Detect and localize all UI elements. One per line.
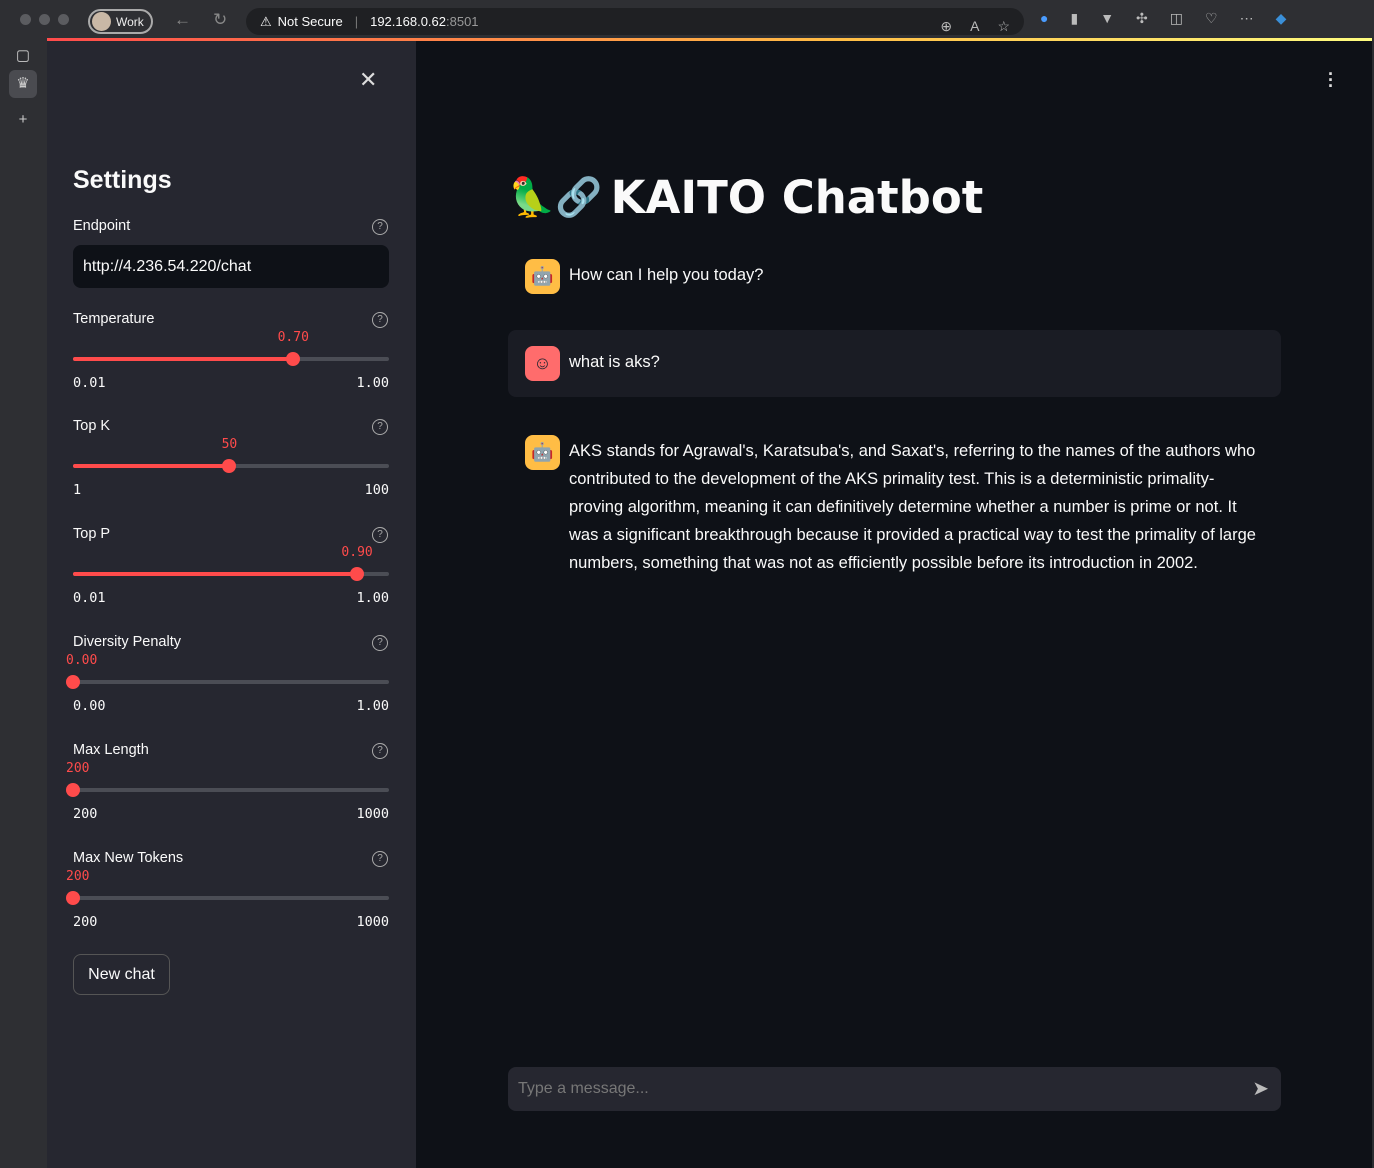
message-text: How can I help you today? [569,266,764,284]
tab-actions-icon[interactable]: ▢ [9,42,37,70]
slider-min: 0.01 [73,375,106,391]
chat-message-user: ☺ what is aks? [508,330,1281,397]
slider-track[interactable]: 0.90 [73,545,389,581]
zoom-icon[interactable]: ⊕ [940,18,952,35]
slider-min: 200 [73,806,98,822]
url-host: 192.168.0.62 [370,14,446,29]
slider-min: 1 [73,482,82,498]
slider-max: 1000 [356,806,389,822]
profile-label: Work [116,14,144,29]
slider-label: Top P [73,526,111,542]
slider-thumb[interactable] [286,352,301,366]
slider-max: 1.00 [356,698,389,714]
help-icon[interactable]: ? [372,635,388,651]
copilot-icon[interactable]: ◆ [1276,10,1287,27]
slider-value: 200 [66,869,90,884]
endpoint-label: Endpoint [73,218,131,234]
health-icon[interactable]: ♡ [1205,10,1218,27]
slider-max: 1.00 [356,590,389,606]
slider-label: Max Length [73,742,149,758]
slider-thumb[interactable] [350,567,365,581]
window-controls[interactable] [20,14,69,25]
slider-thumb[interactable] [66,891,80,905]
close-sidebar-icon[interactable]: ✕ [359,67,377,93]
slider-fill [73,357,294,361]
refresh-icon[interactable]: ↻ [213,10,227,30]
back-icon[interactable]: ← [174,10,191,30]
slider-value: 0.90 [341,545,373,560]
star-icon[interactable]: ☆ [997,18,1010,35]
split-screen-icon[interactable]: ◫ [1170,10,1183,27]
password-extension-icon[interactable]: ● [1040,10,1048,27]
vue-extension-icon[interactable]: ▼ [1100,10,1114,27]
slider-value: 0.70 [277,330,309,345]
read-aloud-icon[interactable]: A [970,18,979,35]
browser-toolbar: Work ← ↻ ⚠ Not Secure | 192.168.0.62:850… [0,0,1374,40]
address-bar[interactable]: ⚠ Not Secure | 192.168.0.62:8501 ⊕ A ☆ [246,8,1024,35]
bot-icon: 🤖 [525,259,560,294]
help-icon[interactable]: ? [372,851,388,867]
main-area: · · · 🦜🔗 KAITO Chatbot 🤖 How can I help you … [416,41,1372,1168]
sidebar: ✕ Settings Endpoint ? http://4.236.54.22… [47,41,416,1168]
avatar [92,12,111,31]
chat-input-placeholder: Type a message... [518,1080,649,1097]
new-tab-icon[interactable]: + [9,106,37,134]
slider-min: 0.01 [73,590,106,606]
slider-track[interactable]: 0.00 [66,653,389,689]
chat-message-assistant: 🤖 How can I help you today? [508,259,1281,294]
slider-thumb[interactable] [66,675,80,689]
streamlit-tab-icon[interactable]: ♛ [9,70,37,98]
url-port: :8501 [446,14,479,29]
slider-track[interactable]: 200 [66,869,389,905]
menu-icon[interactable]: · · · [1328,65,1334,95]
message-text: AKS stands for Agrawal's, Karatsuba's, a… [569,442,1256,572]
help-icon[interactable]: ? [372,527,388,543]
slider-value: 0.00 [66,653,98,668]
slider-fill [73,464,230,468]
slider-thumb[interactable] [66,783,80,797]
security-label: Not Secure [277,14,343,29]
slider-label: Diversity Penalty [73,634,181,650]
warning-icon: ⚠ [260,13,272,29]
chat-input[interactable]: Type a message... ➤ [508,1067,1281,1111]
extensions-icon[interactable]: ✣ [1136,10,1148,27]
slider-label: Top K [73,418,111,434]
endpoint-input[interactable]: http://4.236.54.220/chat [73,245,389,288]
help-icon[interactable]: ? [372,312,388,328]
sidebar-title: Settings [73,166,172,194]
slider-label: Max New Tokens [73,850,184,866]
user-icon: ☺ [525,346,560,381]
slider-thumb[interactable] [222,459,237,473]
slider-fill [73,572,358,576]
slider-min: 0.00 [73,698,106,714]
extension-icon[interactable]: ▮ [1070,10,1078,27]
vertical-tabs: ▢ ♛ + [0,40,47,1168]
title-text: KAITO Chatbot [610,171,984,224]
slider-track[interactable]: 0.70 [73,330,389,366]
slider-track[interactable]: 50 [73,437,389,473]
message-text: what is aks? [569,353,660,371]
slider-max: 1000 [356,914,389,930]
slider-track[interactable]: 200 [66,761,389,797]
help-icon[interactable]: ? [372,743,388,759]
slider-label: Temperature [73,311,155,327]
page-title: 🦜🔗 KAITO Chatbot [508,171,983,224]
slider-max: 1.00 [356,375,389,391]
help-icon[interactable]: ? [372,419,388,435]
profile-button[interactable]: Work [88,9,153,34]
send-icon[interactable]: ➤ [1252,1067,1269,1111]
slider-value: 200 [66,761,90,776]
slider-max: 100 [364,482,389,498]
help-icon[interactable]: ? [372,219,388,235]
bot-icon: 🤖 [525,435,560,470]
parrot-link-emoji: 🦜🔗 [508,175,603,219]
slider-min: 200 [73,914,98,930]
new-chat-button[interactable]: New chat [73,954,170,995]
slider-value: 50 [221,437,238,452]
chat-message-assistant: 🤖 AKS stands for Agrawal's, Karatsuba's, … [508,435,1281,577]
more-icon[interactable]: ⋯ [1240,10,1254,27]
